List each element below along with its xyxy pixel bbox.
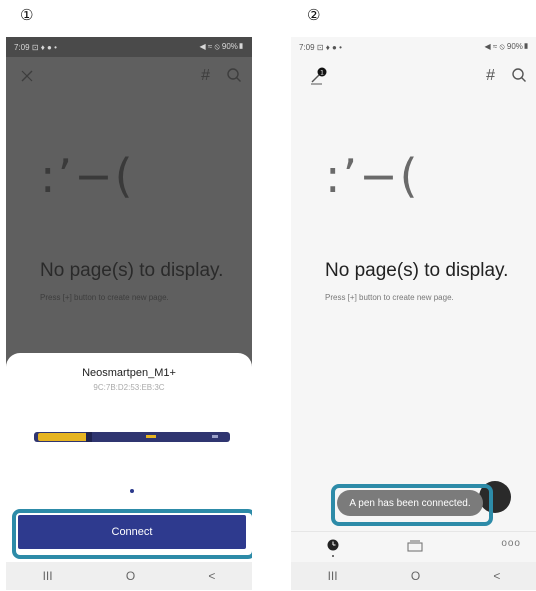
smartpen-image [34,432,230,442]
recent-tab-icon[interactable] [327,539,339,551]
device-name: Neosmartpen_M1+ [82,367,176,379]
step-number-2: ② [307,6,321,24]
more-tab-button[interactable]: ooo [501,538,521,549]
status-left-icons: ⊡ ♦ ● • [316,42,342,52]
status-bar: 7:09 ⊡ ♦ ● • ◀︎ ≈ ⦸ 90%▮ [6,37,252,57]
step-number-1: ① [20,6,34,24]
top-bar: # [6,61,252,91]
system-nav-bar: III O < [6,562,252,590]
system-nav-bar: III O < [291,562,536,590]
back-button[interactable]: < [208,569,215,583]
notebooks-tab-icon[interactable] [407,540,423,552]
hashtag-button[interactable]: # [486,67,495,85]
device-mac-address: 9C:7B:D2:53:EB:3C [93,383,165,392]
active-tab-indicator [332,555,334,557]
connection-toast: A pen has been connected. [337,490,483,516]
recents-button[interactable]: III [328,569,338,583]
bottom-tab-bar: ooo [291,531,536,562]
phone-screen-1: 7:09 ⊡ ♦ ● • ◀︎ ≈ ⦸ 90%▮ # :’−( No page(… [6,37,252,590]
back-button[interactable]: < [493,569,500,583]
sad-face-emoticon: :’−( [325,149,420,203]
empty-state-subtitle: Press [+] button to create new page. [325,293,454,302]
status-right-indicators: ◀︎ ≈ ⦸ 90%▮ [199,42,244,51]
sad-face-emoticon: :’−( [40,149,135,203]
recents-button[interactable]: III [43,569,53,583]
dimmed-background [6,57,252,377]
status-time: 7:09 [299,42,315,52]
empty-state-subtitle: Press [+] button to create new page. [40,293,169,302]
hashtag-button[interactable]: # [201,67,210,85]
connect-button[interactable]: Connect [18,515,246,549]
pager-dot [130,489,134,493]
empty-state-title: No page(s) to display. [40,260,224,281]
svg-text:1: 1 [320,70,324,77]
pen-connected-icon[interactable]: 1 [309,67,329,87]
pen-disconnected-icon[interactable] [20,69,34,83]
home-button[interactable]: O [126,569,135,583]
status-time: 7:09 [14,42,30,52]
add-page-fab[interactable] [479,481,511,513]
pen-connect-sheet: Neosmartpen_M1+ 9C:7B:D2:53:EB:3C Connec… [6,353,252,563]
home-button[interactable]: O [411,569,420,583]
search-icon[interactable] [226,67,242,83]
status-left-icons: ⊡ ♦ ● • [31,42,57,52]
phone-screen-2: 7:09 ⊡ ♦ ● • ◀︎ ≈ ⦸ 90%▮ # 1 :’−( No pag… [291,37,536,590]
empty-state-title: No page(s) to display. [325,260,509,281]
status-right-indicators: ◀︎ ≈ ⦸ 90%▮ [484,42,529,51]
status-bar: 7:09 ⊡ ♦ ● • ◀︎ ≈ ⦸ 90%▮ [291,37,536,57]
search-icon[interactable] [511,67,527,83]
